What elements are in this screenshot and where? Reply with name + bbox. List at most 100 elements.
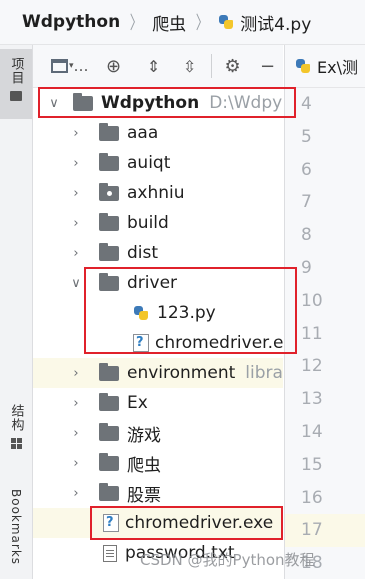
editor-tab[interactable]: Ex\测: [285, 45, 365, 88]
chevron-right-icon[interactable]: ›: [69, 366, 83, 381]
tree-item-label: dist: [127, 243, 159, 263]
chevron-right-icon[interactable]: ›: [69, 486, 83, 501]
folder-icon: [99, 242, 119, 261]
tree-item-chromedriver[interactable]: ? chromedriver.exe: [33, 508, 283, 538]
tree-item-label: chromedriver.exe: [125, 513, 274, 533]
collapse-all-button[interactable]: ⇳: [177, 51, 203, 81]
breadcrumb-project[interactable]: Wdpython: [22, 12, 120, 32]
line-number: 6: [301, 159, 312, 180]
locate-button[interactable]: ⊕: [101, 51, 127, 81]
window-icon: [51, 59, 68, 73]
tree-item-driver[interactable]: ∨ driver: [33, 268, 283, 298]
chevron-right-icon[interactable]: ›: [69, 456, 83, 471]
tree-item-aaa[interactable]: › aaa: [33, 118, 283, 148]
folder-icon: [99, 362, 119, 381]
tree-item-label: axhniu: [127, 183, 185, 203]
collapse-all-icon: ⇳: [182, 56, 197, 76]
tree-item-label: auiqt: [127, 153, 171, 173]
package-folder-icon: [99, 182, 119, 201]
chevron-right-icon[interactable]: ›: [69, 396, 83, 411]
folder-icon: [10, 91, 22, 101]
chevron-down-icon[interactable]: ∨: [47, 96, 61, 111]
tree-item-auiqt[interactable]: › auiqt: [33, 148, 283, 178]
tree-item-label: driver: [127, 273, 178, 293]
tool-window-strip: 项目 结构 Bookmarks: [0, 45, 33, 579]
python-file-icon: [133, 305, 149, 321]
python-file-icon: [295, 58, 311, 74]
chevron-right-icon[interactable]: ›: [69, 156, 83, 171]
folder-icon: [99, 452, 119, 471]
tab-project[interactable]: 项目: [0, 49, 32, 119]
line-number: 15: [301, 454, 323, 475]
tree-item-environment[interactable]: › environment libra: [33, 358, 283, 388]
expand-all-button[interactable]: ⇕: [141, 51, 167, 81]
line-number: 16: [301, 487, 323, 508]
line-number: 13: [301, 389, 323, 410]
tree-item-axhniu[interactable]: › axhniu: [33, 178, 283, 208]
folder-icon: [99, 122, 119, 141]
line-number-current: 17: [285, 514, 365, 548]
tree-item-games[interactable]: › 游戏: [33, 418, 283, 448]
structure-icon: [10, 438, 22, 449]
line-number: 7: [301, 192, 312, 213]
chevron-right-icon[interactable]: ›: [69, 126, 83, 141]
tree-item-build[interactable]: › build: [33, 208, 283, 238]
chevron-right-icon: 〉: [129, 13, 143, 34]
folder-icon: [99, 272, 119, 291]
tree-item-chromedriver-nested[interactable]: ? chromedriver.e: [33, 328, 283, 358]
line-number: 4: [301, 94, 312, 114]
settings-button[interactable]: ⚙: [220, 51, 246, 81]
tree-item-label: build: [127, 213, 169, 233]
unknown-file-icon: ?: [103, 514, 119, 532]
view-selector-button[interactable]: ▾ …: [51, 51, 89, 81]
breadcrumb-folder[interactable]: 爬虫: [152, 10, 186, 35]
chevron-down-icon[interactable]: ∨: [69, 276, 83, 291]
watermark: CSDN @我的Python教程: [140, 551, 315, 569]
chevron-right-icon[interactable]: ›: [69, 426, 83, 441]
minimize-icon: −: [259, 55, 276, 77]
folder-icon: [99, 152, 119, 171]
folder-icon: [99, 422, 119, 441]
tree-item-label: chromedriver.e: [155, 333, 283, 353]
tree-root-path: D:\Wdpy: [209, 93, 283, 113]
tree-item-123-py[interactable]: 123.py: [33, 298, 283, 328]
more-label: …: [73, 57, 89, 75]
line-numbers: 4 5 6 7 8 9 10 11 12 13 14 15 16 17 18: [285, 88, 365, 580]
editor-gutter: Ex\测 4 5 6 7 8 9 10 11 12 13 14 15 16 17…: [284, 45, 365, 579]
tree-item-ex[interactable]: › Ex: [33, 388, 283, 418]
chevron-right-icon[interactable]: ›: [69, 246, 83, 261]
chevron-right-icon[interactable]: ›: [69, 216, 83, 231]
editor-tab-label: Ex\测: [317, 58, 358, 77]
tree-root[interactable]: ∨ Wdpython D:\Wdpy: [33, 88, 283, 118]
breadcrumb-file-label: 测试4.py: [240, 14, 312, 35]
project-tree: ∨ Wdpython D:\Wdpy › aaa › auiqt › axhni…: [33, 88, 283, 579]
folder-icon: [99, 392, 119, 411]
project-toolbar: ▾ … ⊕ ⇕ ⇳ ⚙ −: [33, 45, 283, 88]
tree-item-crawler[interactable]: › 爬虫: [33, 448, 283, 478]
tab-structure[interactable]: 结构: [0, 400, 32, 470]
gear-icon: ⚙: [224, 55, 241, 77]
line-number: 9: [301, 257, 312, 278]
tree-item-label: 股票: [127, 485, 161, 506]
line-number: 8: [301, 225, 312, 246]
tree-item-label: 爬虫: [127, 455, 161, 476]
text-file-icon: [103, 544, 117, 562]
breadcrumb: Wdpython 〉 爬虫 〉 测试4.py: [0, 0, 365, 45]
tree-item-label: Ex: [127, 393, 148, 413]
unknown-file-icon: ?: [133, 334, 149, 352]
tree-item-stocks[interactable]: › 股票: [33, 478, 283, 508]
hide-button[interactable]: −: [258, 51, 278, 81]
tree-item-label: aaa: [127, 123, 159, 143]
folder-icon: [73, 92, 93, 111]
line-number: 5: [301, 126, 312, 147]
tree-item-label: environment: [127, 363, 236, 383]
line-number: 14: [301, 421, 323, 442]
breadcrumb-file[interactable]: 测试4.py: [218, 10, 311, 35]
tree-root-label: Wdpython: [101, 93, 200, 113]
tab-bookmarks[interactable]: Bookmarks: [0, 485, 32, 577]
line-number: 10: [301, 290, 323, 311]
tree-item-dist[interactable]: › dist: [33, 238, 283, 268]
chevron-right-icon[interactable]: ›: [69, 186, 83, 201]
tree-item-label: 游戏: [127, 425, 161, 446]
tree-item-label: 123.py: [157, 303, 216, 323]
